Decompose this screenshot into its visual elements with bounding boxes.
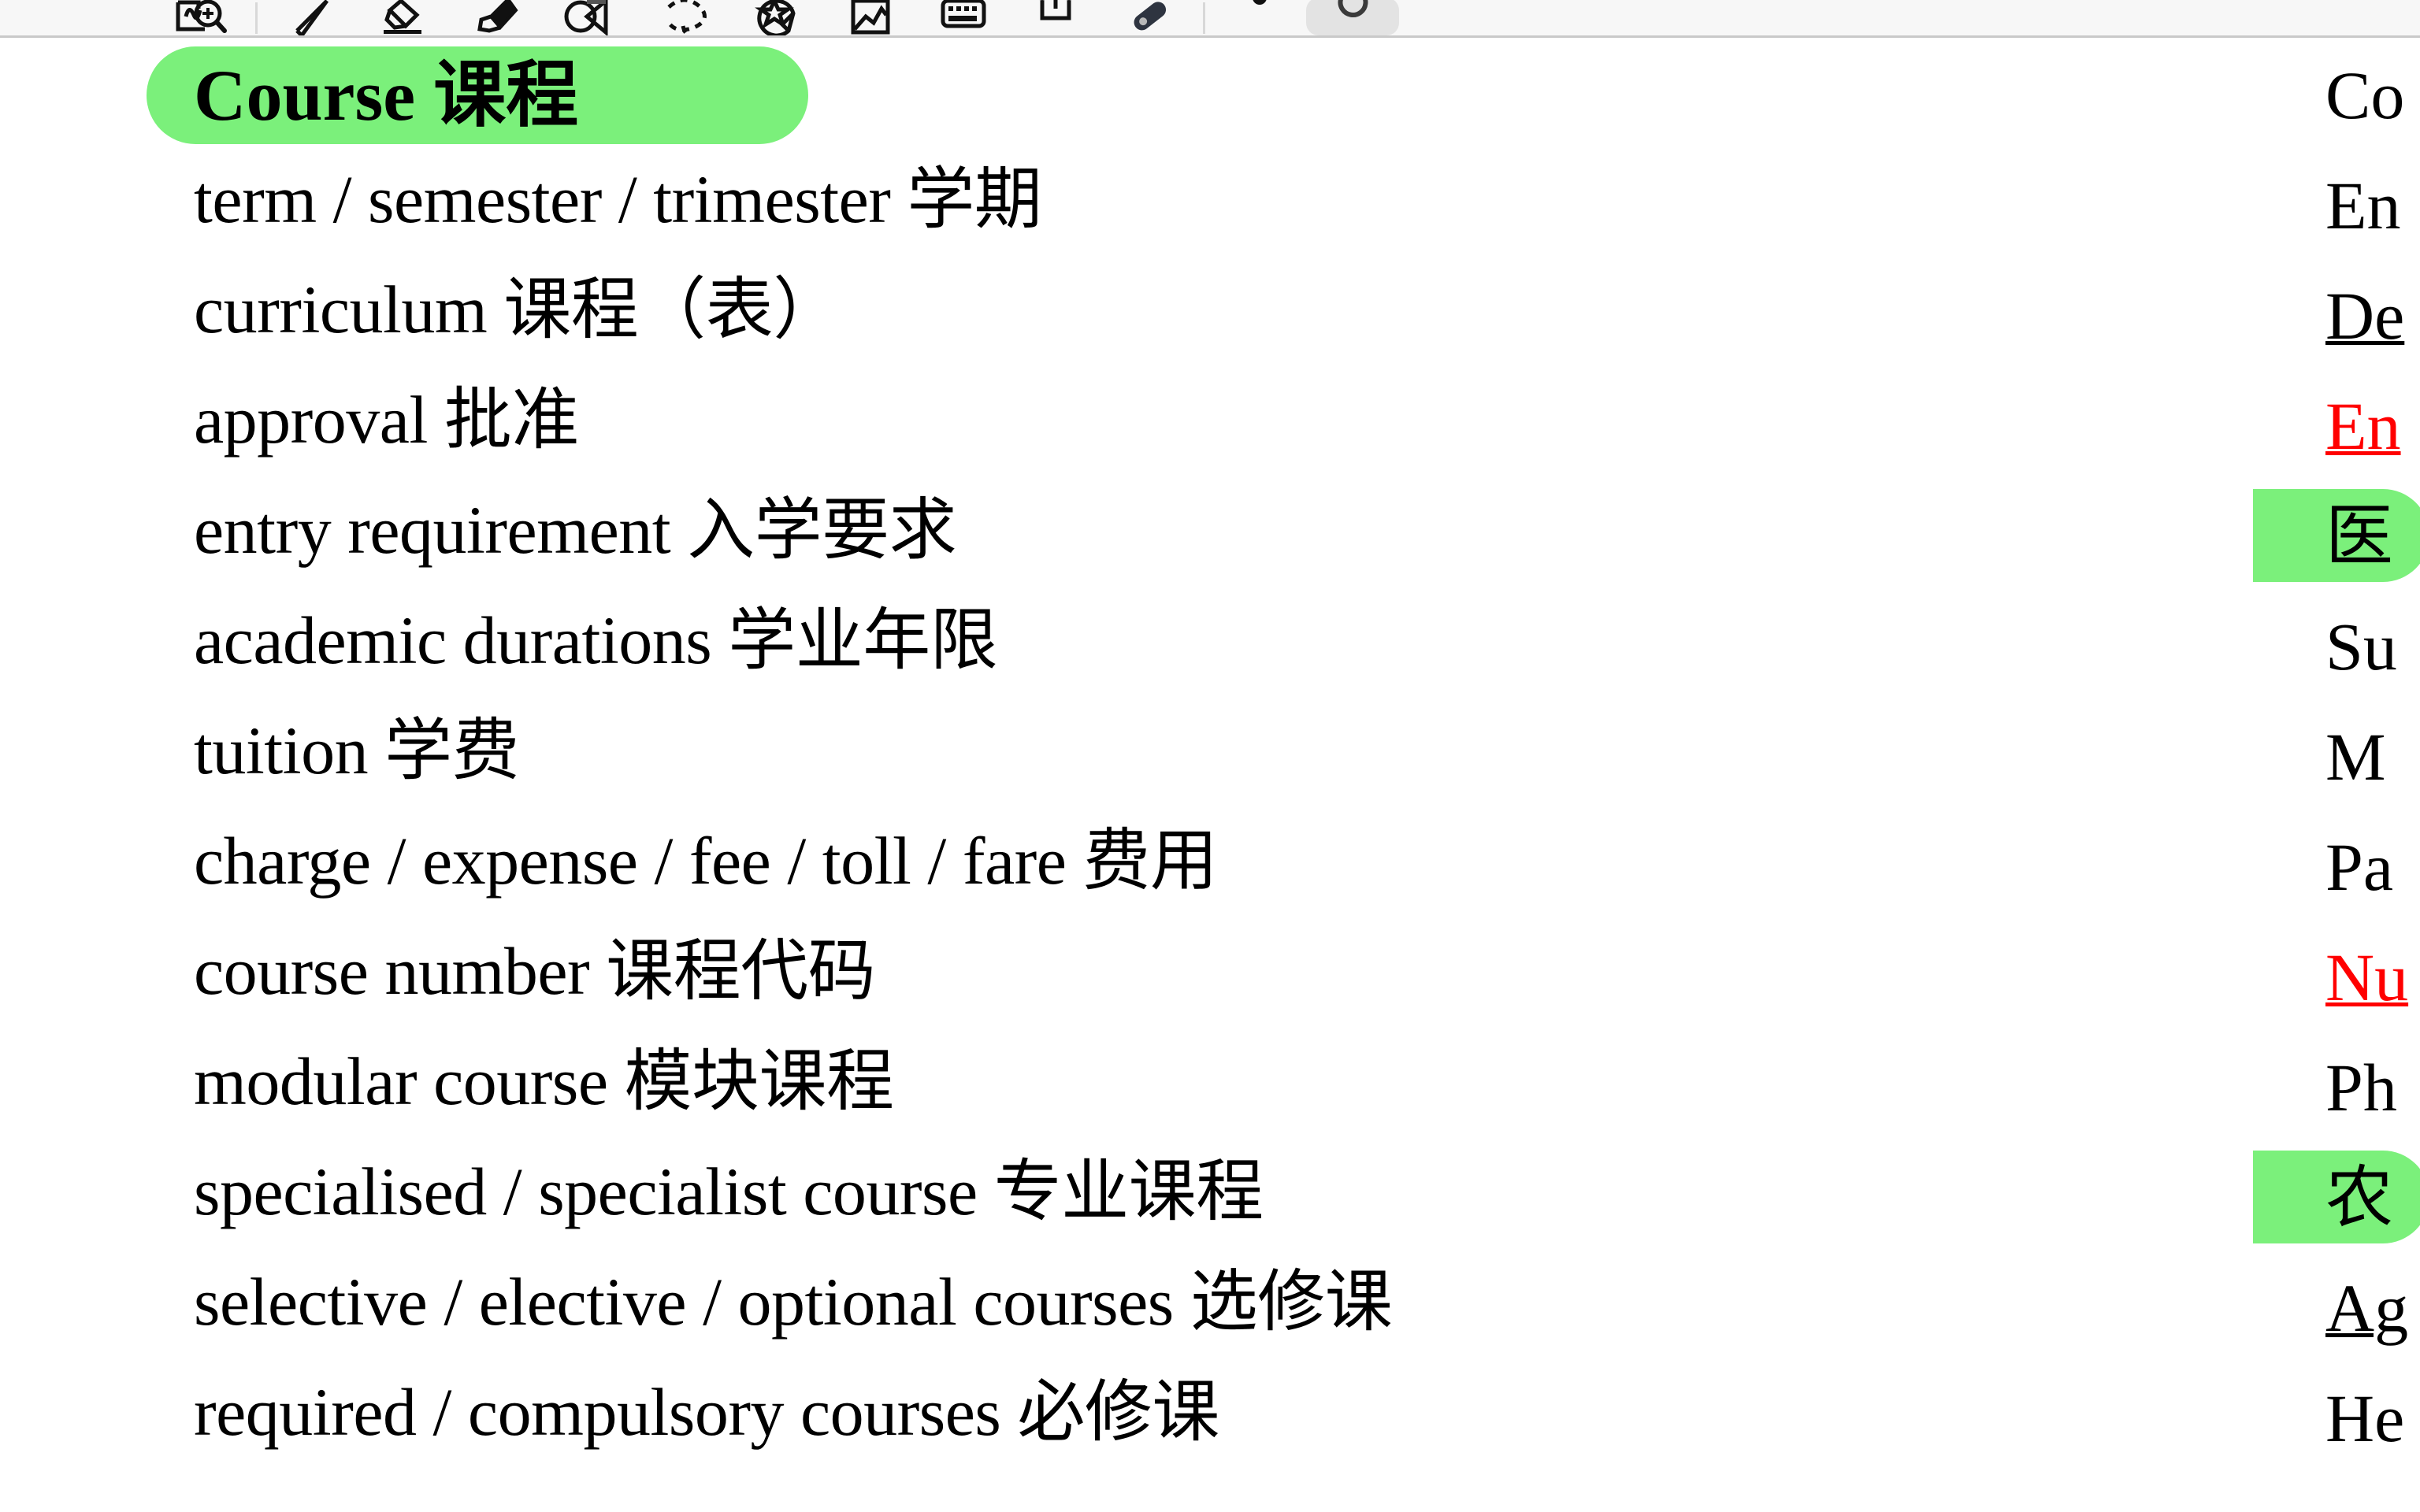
toolbar-divider-2 [1203,2,1205,34]
list-item: academic durations 学业年限 [194,602,998,678]
right-item-text: De [2325,278,2405,354]
highlighter-tool[interactable] [358,0,451,35]
eraser-tool[interactable] [1102,0,1195,35]
list-item: specialised / specialist course 专业课程 [194,1154,1264,1229]
right-list-item: Su [2253,591,2420,702]
vocabulary-column: Course 课程 term / semester / trimester 学期… [0,40,2253,1450]
lasso-select-tool[interactable] [637,0,730,35]
right-item-text: Su [2325,609,2397,684]
right-item-text: 医 [2325,498,2393,574]
right-list-item: Nu [2253,922,2420,1032]
right-item-text: Ph [2325,1050,2397,1125]
right-item-text: Pa [2325,829,2393,905]
image-tool[interactable] [823,0,916,35]
right-list-item: De [2253,261,2420,371]
vocabulary-list: term / semester / trimester 学期 curriculu… [194,144,2242,1467]
page-title: Course 课程 [194,55,579,135]
right-item-text: En [2325,388,2401,464]
list-item: tuition 学费 [194,713,520,788]
right-item-text: 农 [2325,1160,2393,1236]
right-list-item: 农 [2253,1143,2420,1253]
right-list-item: 医 [2253,481,2420,591]
list-item: selective / elective / optional courses … [194,1264,1393,1340]
tool-strip [0,0,1399,35]
right-list-item: Pa [2253,812,2420,922]
right-list-item: He [2253,1363,2420,1473]
right-item-text: Nu [2325,939,2409,1015]
list-item: charge / expense / fee / toll / fare 费用 [194,823,1218,899]
toolbar-divider-1 [255,2,258,34]
annotation-toolbar [0,0,2420,38]
list-item: required / compulsory courses 必修课 [194,1374,1219,1450]
document-canvas[interactable]: Course 课程 term / semester / trimester 学期… [0,40,2420,1512]
right-list-item: Ph [2253,1032,2420,1143]
marker-tool[interactable] [451,0,544,35]
list-item: course number 课程代码 [194,933,876,1009]
color-swatch[interactable] [1213,0,1306,35]
right-item-text: Co [2325,57,2405,133]
right-list-item: Co [2253,40,2420,150]
right-column-cutoff: Co En De En 医 Su M Pa Nu Ph 农 Ag He [2253,40,2420,1512]
right-list-item: En [2253,371,2420,481]
undo-button[interactable] [1306,0,1399,35]
right-list-item: En [2253,150,2420,261]
list-item: entry requirement 入学要求 [194,492,957,568]
list-item: curriculum 课程（表） [194,272,841,347]
right-item-text: Ag [2325,1270,2409,1346]
right-item-text: M [2325,719,2386,795]
list-item: term / semester / trimester 学期 [194,161,1042,237]
sticker-tool[interactable] [730,0,823,35]
right-item-text: He [2325,1380,2405,1456]
right-list-item: M [2253,702,2420,812]
right-list-item: Ag [2253,1253,2420,1363]
shapes-tool[interactable] [544,0,637,35]
list-item: modular course 模块课程 [194,1043,894,1119]
text-box-tool[interactable] [1009,0,1102,35]
pen-tool[interactable] [265,0,358,35]
list-item: approval 批准 [194,382,579,458]
keyboard-tool[interactable] [916,0,1009,35]
right-item-text: En [2325,168,2401,243]
snip-zoom-tool[interactable] [154,0,247,35]
section-heading: Course 课程 [0,40,2253,144]
